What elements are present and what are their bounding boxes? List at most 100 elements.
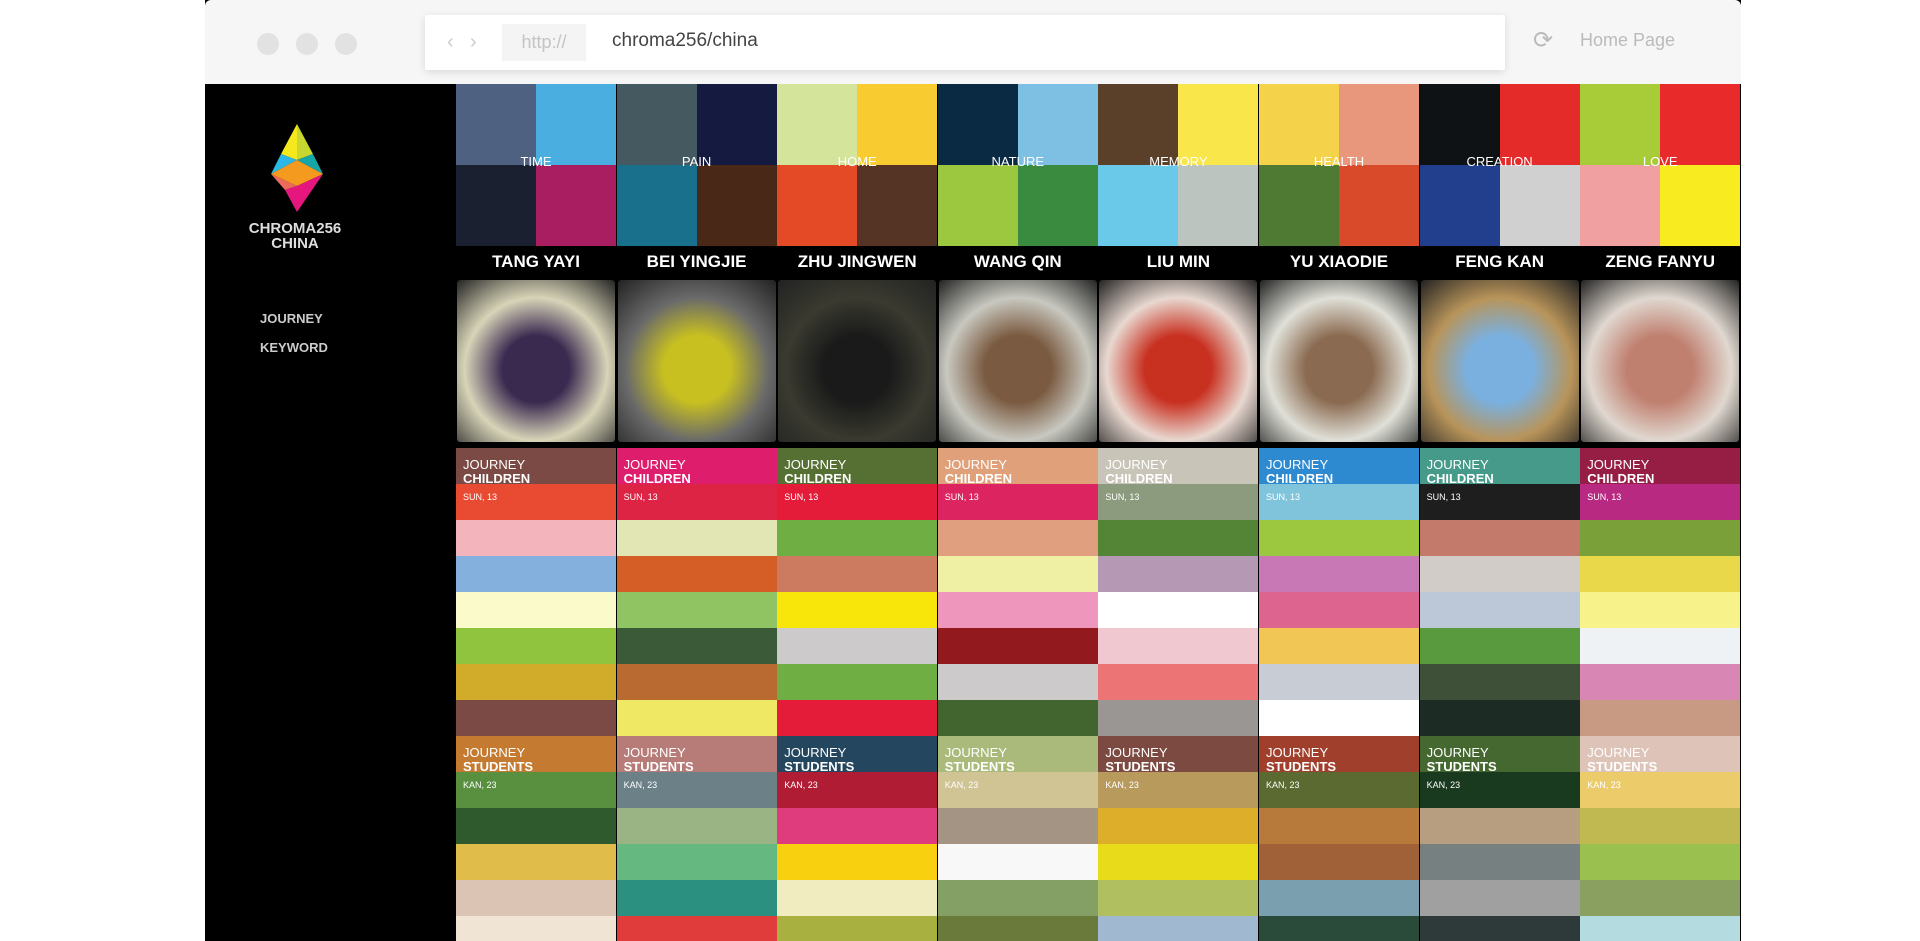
color-swatch — [1259, 808, 1419, 844]
participant-name[interactable]: TANG YAYI — [456, 246, 616, 278]
journey-palette[interactable]: JOURNEY CHILDREN SUN, 13 — [937, 448, 1098, 736]
color-swatch — [777, 880, 938, 916]
journey-date: SUN, 13 — [463, 492, 498, 502]
journey-label: JOURNEY — [463, 457, 526, 472]
participant-photo[interactable] — [617, 280, 776, 442]
participant-photo[interactable] — [457, 280, 615, 442]
color-swatch — [937, 880, 1098, 916]
journey-palette[interactable]: JOURNEY STUDENTS KAN, 23 — [1580, 736, 1741, 941]
keyword-palette[interactable]: CREATION — [1419, 84, 1580, 246]
participant-name[interactable]: ZENG FANYU — [1580, 246, 1740, 278]
participant-photo[interactable] — [1420, 280, 1579, 442]
color-swatch — [616, 628, 777, 664]
keyword-swatch — [1178, 84, 1259, 165]
color-swatch — [937, 916, 1098, 941]
journey-palette[interactable]: JOURNEY STUDENTS KAN, 23 — [777, 736, 938, 941]
participant-photo[interactable] — [1581, 280, 1740, 442]
participant-photo[interactable] — [938, 280, 1097, 442]
color-swatch — [616, 844, 777, 880]
keyword-swatch — [616, 165, 697, 246]
color-swatch — [616, 592, 777, 628]
keyword-swatch — [456, 165, 536, 246]
window-maximize-button[interactable] — [335, 33, 357, 55]
window-close-button[interactable] — [257, 33, 279, 55]
keyword-swatch — [696, 165, 777, 246]
color-swatch — [1580, 520, 1741, 556]
color-swatch — [1419, 844, 1580, 880]
menu-journey[interactable]: JOURNEY — [260, 311, 323, 326]
journey-label: JOURNEY — [944, 457, 1007, 472]
journey-palette[interactable]: JOURNEY STUDENTS KAN, 23 — [1419, 736, 1580, 941]
journey-label: JOURNEY — [1587, 457, 1650, 472]
journey-header: JOURNEY CHILDREN SUN, 13 — [1266, 458, 1333, 504]
participant-name[interactable]: FENG KAN — [1420, 246, 1580, 278]
journey-date: SUN, 13 — [1587, 492, 1622, 502]
journey-palette[interactable]: JOURNEY CHILDREN SUN, 13 — [1259, 448, 1419, 736]
color-swatch — [456, 628, 616, 664]
home-page-link[interactable]: Home Page — [1580, 30, 1675, 51]
journey-palette[interactable]: JOURNEY STUDENTS KAN, 23 — [456, 736, 616, 941]
participant-photo[interactable] — [778, 280, 937, 442]
participant-name[interactable]: YU XIAODIE — [1259, 246, 1419, 278]
journey-label: JOURNEY — [623, 745, 686, 760]
keyword-palette[interactable]: HOME — [777, 84, 938, 246]
participant-name[interactable]: BEI YINGJIE — [617, 246, 777, 278]
keyword-label: PAIN — [681, 154, 712, 169]
journey-palette[interactable]: JOURNEY STUDENTS KAN, 23 — [616, 736, 777, 941]
color-swatch — [1419, 592, 1580, 628]
brand-title: CHROMA256 CHINA — [205, 221, 385, 251]
journey-date: KAN, 23 — [784, 780, 818, 790]
menu-keyword[interactable]: KEYWORD — [260, 340, 328, 355]
keyword-swatch — [536, 165, 616, 246]
color-swatch — [1259, 628, 1419, 664]
color-swatch — [1419, 520, 1580, 556]
keyword-label: MEMORY — [1149, 154, 1208, 169]
keyword-swatch — [1259, 84, 1339, 165]
keyword-palette[interactable]: MEMORY — [1098, 84, 1259, 246]
participant-photo[interactable] — [1260, 280, 1418, 442]
journey-palette[interactable]: JOURNEY CHILDREN SUN, 13 — [1098, 448, 1259, 736]
color-swatch — [937, 700, 1098, 736]
journey-date: SUN, 13 — [1105, 492, 1140, 502]
keyword-swatch — [1660, 165, 1741, 246]
participant-name[interactable]: ZHU JINGWEN — [777, 246, 937, 278]
journey-palette[interactable]: JOURNEY CHILDREN SUN, 13 — [616, 448, 777, 736]
keyword-swatch — [1580, 84, 1661, 165]
participant-column: LOVE ZENG FANYU JOURNEY CHILDREN SUN, 13 JOUR… — [1580, 84, 1741, 941]
journey-group: STUDENTS — [1426, 759, 1497, 774]
color-swatch — [777, 556, 938, 592]
journey-palette[interactable]: JOURNEY STUDENTS KAN, 23 — [1098, 736, 1259, 941]
keyword-palette[interactable]: NATURE — [937, 84, 1098, 246]
window-minimize-button[interactable] — [296, 33, 318, 55]
color-swatch — [1259, 700, 1419, 736]
participant-name[interactable]: WANG QIN — [938, 246, 1098, 278]
keyword-palette[interactable]: PAIN — [616, 84, 777, 246]
keyword-swatch — [1098, 165, 1179, 246]
reload-icon[interactable]: ⟳ — [1533, 26, 1553, 55]
journey-palette[interactable]: JOURNEY CHILDREN SUN, 13 — [1419, 448, 1580, 736]
keyword-swatch — [1259, 165, 1339, 246]
forward-icon[interactable]: › — [470, 31, 477, 54]
journey-palette[interactable]: JOURNEY CHILDREN SUN, 13 — [456, 448, 616, 736]
color-swatch — [1098, 664, 1259, 700]
journey-palette[interactable]: JOURNEY STUDENTS KAN, 23 — [937, 736, 1098, 941]
keyword-palette[interactable]: LOVE — [1580, 84, 1741, 246]
color-swatch — [456, 664, 616, 700]
back-icon[interactable]: ‹ — [447, 31, 454, 54]
journey-palette[interactable]: JOURNEY CHILDREN SUN, 13 — [777, 448, 938, 736]
keyword-palette[interactable]: HEALTH — [1259, 84, 1419, 246]
keyword-palette[interactable]: TIME — [456, 84, 616, 246]
participant-photo[interactable] — [1099, 280, 1258, 442]
journey-palette[interactable]: JOURNEY CHILDREN SUN, 13 — [1580, 448, 1741, 736]
participant-name[interactable]: LIU MIN — [1098, 246, 1258, 278]
journey-label: JOURNEY — [623, 457, 686, 472]
keyword-swatch — [1178, 165, 1259, 246]
address-bar[interactable]: ‹ › http:// chroma256/china — [425, 15, 1505, 70]
color-swatch — [456, 700, 616, 736]
keyword-swatch — [1660, 84, 1741, 165]
url-text[interactable]: chroma256/china — [612, 30, 758, 52]
keyword-swatch — [777, 165, 858, 246]
color-swatch — [1098, 844, 1259, 880]
journey-palette[interactable]: JOURNEY STUDENTS KAN, 23 — [1259, 736, 1419, 941]
color-swatch — [1419, 916, 1580, 941]
